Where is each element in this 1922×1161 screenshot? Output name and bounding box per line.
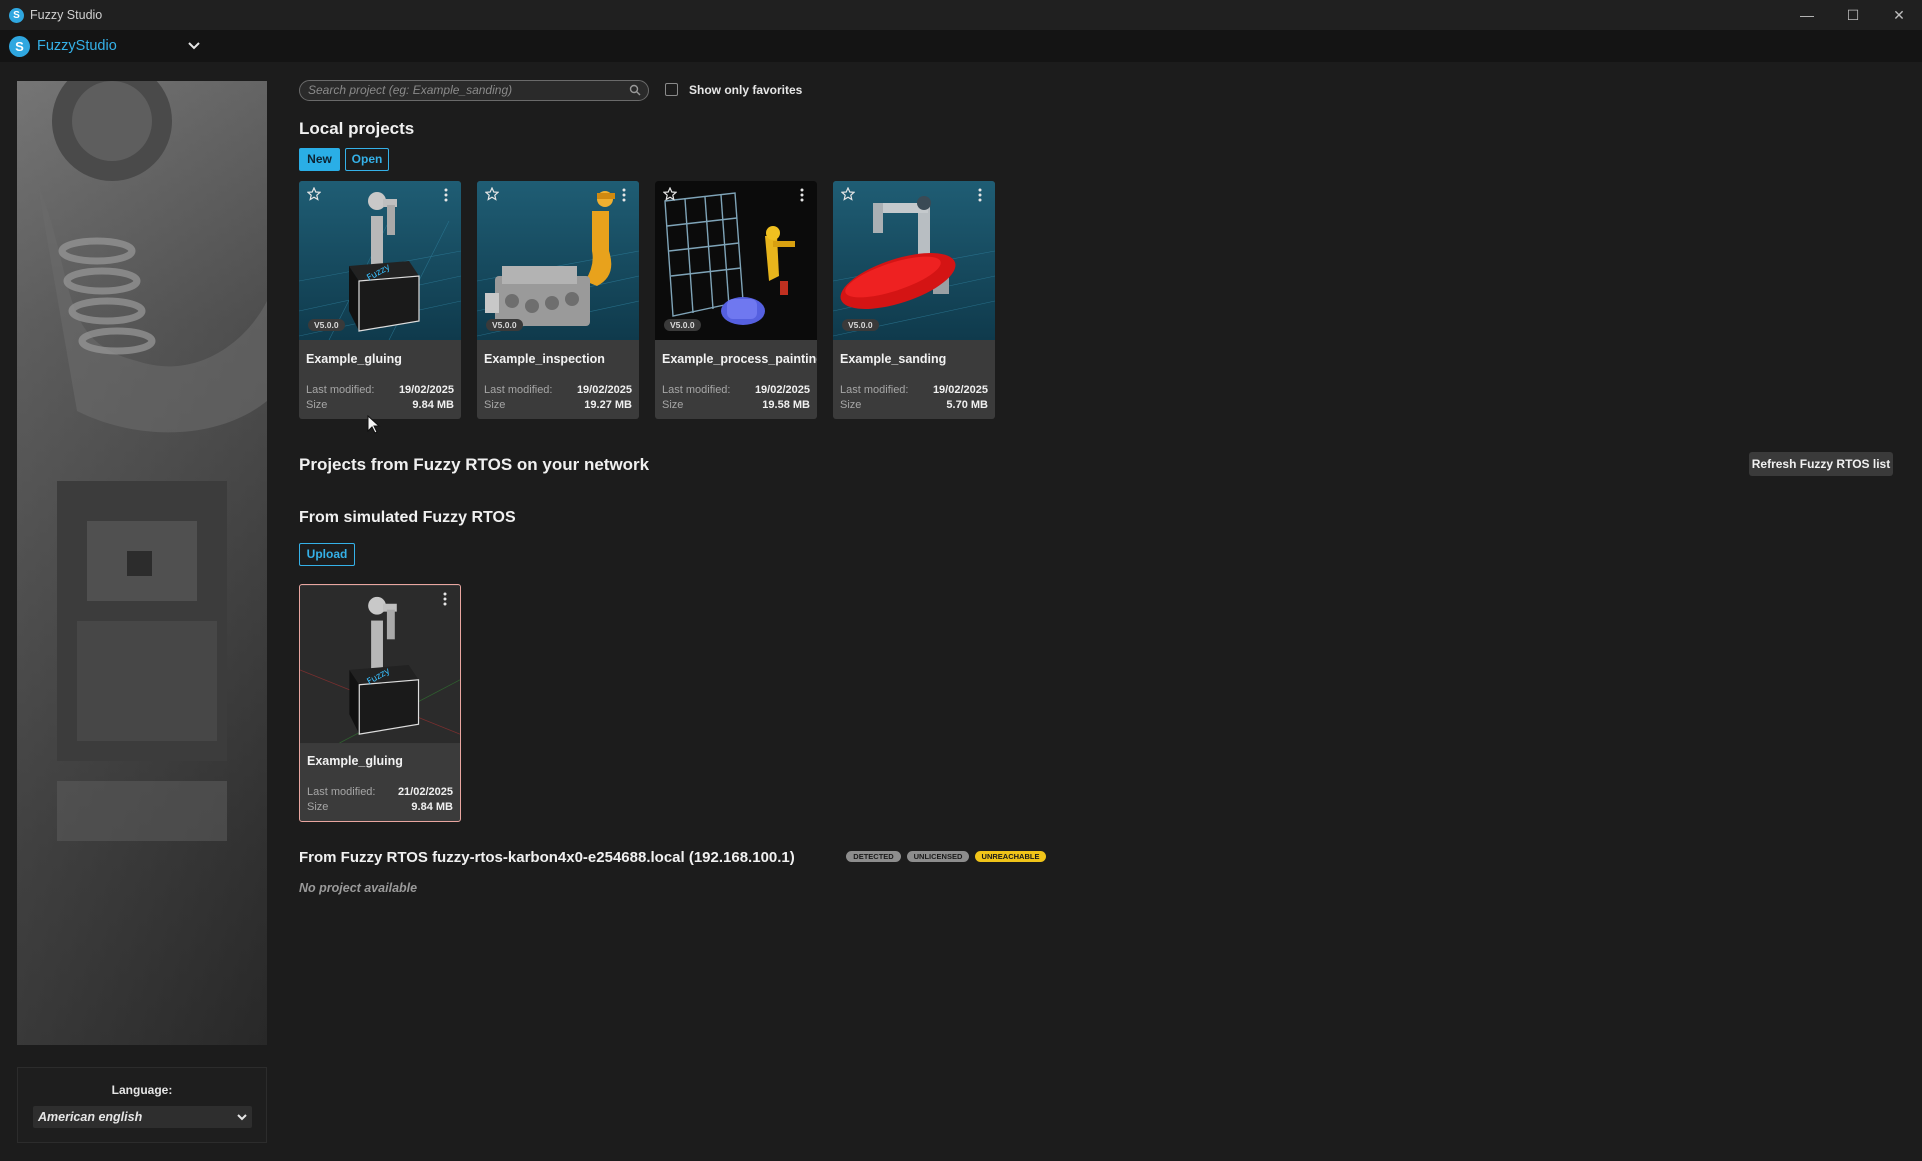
favorites-checkbox[interactable] <box>665 83 678 96</box>
project-card[interactable]: V5.0.0 Example_sanding Last modified: 19… <box>833 181 995 419</box>
favorite-star-icon[interactable] <box>663 187 677 201</box>
project-name: Example_sanding <box>840 352 947 366</box>
last-modified-label: Last modified: <box>840 384 909 396</box>
size-label: Size <box>306 399 328 411</box>
project-name: Example_process_painting <box>662 352 817 366</box>
remote-rtos-title: From Fuzzy RTOS fuzzy-rtos-karbon4x0-e25… <box>299 849 795 866</box>
size-label: Size <box>840 399 862 411</box>
last-modified-value: 21/02/2025 <box>397 786 453 798</box>
no-project-text: No project available <box>299 881 418 895</box>
language-value: American english <box>38 1110 143 1124</box>
more-options-icon[interactable] <box>973 187 987 203</box>
last-modified-value: 19/02/2025 <box>754 384 810 396</box>
language-select[interactable]: American english <box>33 1106 252 1128</box>
project-thumbnail <box>477 181 639 340</box>
last-modified-value: 19/02/2025 <box>932 384 988 396</box>
network-projects-title: Projects from Fuzzy RTOS on your network <box>299 455 650 474</box>
favorite-star-icon[interactable] <box>485 187 499 201</box>
project-card[interactable]: Fuzzy Example_gluing Last modified: 21/0… <box>299 584 461 822</box>
project-card[interactable]: V5.0.0 Example_process_painting Last mod… <box>655 181 817 419</box>
last-modified-value: 19/02/2025 <box>576 384 632 396</box>
last-modified-value: 19/02/2025 <box>398 384 454 396</box>
more-options-icon[interactable] <box>439 187 453 203</box>
chevron-down-icon <box>237 1114 247 1121</box>
chevron-down-icon[interactable] <box>187 40 201 52</box>
app-icon: S <box>9 8 24 23</box>
version-badge: V5.0.0 <box>664 319 701 331</box>
search-input[interactable] <box>308 81 628 99</box>
language-panel: Language: American english <box>17 1067 267 1143</box>
size-label: Size <box>662 399 684 411</box>
favorite-star-icon[interactable] <box>841 187 855 201</box>
size-value: 19.27 MB <box>584 399 632 411</box>
more-options-icon[interactable] <box>795 187 809 203</box>
last-modified-label: Last modified: <box>484 384 553 396</box>
project-card[interactable]: V5.0.0 Example_inspection Last modified:… <box>477 181 639 419</box>
new-project-button[interactable]: New <box>299 148 340 171</box>
size-value: 9.84 MB <box>412 399 454 411</box>
version-badge: V5.0.0 <box>486 319 523 331</box>
status-badge-detected: DETECTED <box>846 851 901 862</box>
mouse-cursor-icon <box>367 415 381 434</box>
status-badge-unreachable: UNREACHABLE <box>975 851 1046 862</box>
project-thumbnail: Fuzzy <box>300 585 460 744</box>
last-modified-label: Last modified: <box>307 786 376 798</box>
close-icon[interactable]: ✕ <box>1876 0 1922 30</box>
project-name: Example_gluing <box>306 352 402 366</box>
version-badge: V5.0.0 <box>308 319 345 331</box>
project-name: Example_inspection <box>484 352 605 366</box>
project-name: Example_gluing <box>307 754 403 768</box>
window-title: Fuzzy Studio <box>30 8 103 22</box>
title-bar: S Fuzzy Studio — ☐ ✕ <box>0 0 1922 30</box>
size-value: 9.84 MB <box>411 801 453 813</box>
upload-button[interactable]: Upload <box>299 543 355 566</box>
brand-logo-icon: S <box>9 36 30 57</box>
project-thumbnail <box>833 181 995 340</box>
size-label: Size <box>484 399 506 411</box>
minimize-icon[interactable]: — <box>1784 0 1830 30</box>
local-projects-title: Local projects <box>299 119 415 138</box>
maximize-icon[interactable]: ☐ <box>1830 0 1876 30</box>
favorites-label: Show only favorites <box>689 83 803 97</box>
app-bar: S FuzzyStudio <box>0 30 1922 62</box>
last-modified-label: Last modified: <box>662 384 731 396</box>
size-value: 19.58 MB <box>762 399 810 411</box>
size-label: Size <box>307 801 329 813</box>
brand-name: FuzzyStudio <box>37 38 117 54</box>
size-value: 5.70 MB <box>946 399 988 411</box>
language-label: Language: <box>111 1083 173 1097</box>
last-modified-label: Last modified: <box>306 384 375 396</box>
more-options-icon[interactable] <box>438 591 452 607</box>
favorite-star-icon[interactable] <box>307 187 321 201</box>
version-badge: V5.0.0 <box>842 319 879 331</box>
project-card[interactable]: Fuzzy V5.0.0 Example_gluing Last modifie… <box>299 181 461 419</box>
search-icon[interactable] <box>629 84 641 96</box>
project-thumbnail: Fuzzy <box>299 181 461 340</box>
project-thumbnail <box>655 181 817 340</box>
more-options-icon[interactable] <box>617 187 631 203</box>
sidebar-robot-image <box>17 81 267 1045</box>
refresh-rtos-button[interactable]: Refresh Fuzzy RTOS list <box>1749 452 1893 476</box>
search-box <box>299 80 649 101</box>
simulated-rtos-title: From simulated Fuzzy RTOS <box>299 509 516 526</box>
status-badge-unlicensed: UNLICENSED <box>907 851 969 862</box>
open-project-button[interactable]: Open <box>345 148 389 171</box>
